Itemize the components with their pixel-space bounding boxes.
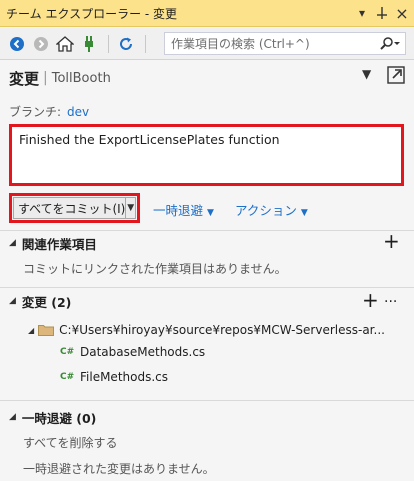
stage-all-button[interactable]: +: [362, 290, 379, 310]
commit-all-split-button: すべてをコミット(I) ▼: [9, 193, 140, 223]
commit-message-input[interactable]: Finished the ExportLicensePlates functio…: [12, 127, 401, 183]
window-dropdown-button[interactable]: ▾: [352, 3, 372, 23]
stash-menu[interactable]: 一時退避 ▼: [153, 200, 214, 219]
folder-path: C:¥Users¥hiroyay¥source¥repos¥MCW-Server…: [59, 323, 385, 337]
branch-link[interactable]: dev: [67, 105, 89, 119]
stashes-header[interactable]: ◢ 一時退避 (0): [9, 407, 96, 427]
search-box: [164, 32, 406, 55]
section-divider: [0, 230, 414, 231]
collapse-triangle-icon: ◢: [9, 296, 16, 306]
collapse-triangle-icon: ◢: [9, 238, 16, 248]
commit-message-box: Finished the ExportLicensePlates functio…: [9, 124, 404, 186]
toolbar: [0, 28, 414, 60]
section-title: 変更 (2): [21, 294, 72, 310]
search-input[interactable]: [165, 33, 375, 54]
pin-icon: [377, 7, 387, 19]
page-dropdown-button[interactable]: ▼: [362, 67, 371, 81]
page-header: 変更 | TollBooth ▼: [0, 61, 414, 95]
page-title: 変更: [9, 69, 40, 88]
file-name: FileMethods.cs: [80, 370, 169, 384]
chevron-down-icon: ▼: [127, 203, 135, 213]
close-button[interactable]: ×: [392, 3, 412, 23]
file-item[interactable]: C# FileMethods.cs: [60, 370, 168, 384]
title-bar: チーム エクスプローラー - 変更 ▾ ×: [0, 0, 414, 27]
pin-button[interactable]: [372, 3, 392, 23]
plug-icon: [85, 35, 93, 52]
back-arrow-icon: [10, 36, 24, 51]
delete-all-stashes-link[interactable]: すべてを削除する: [23, 434, 117, 451]
home-icon: [56, 35, 74, 52]
actions-menu[interactable]: アクション ▼: [235, 200, 308, 219]
toolbar-separator: [108, 34, 109, 53]
undock-button[interactable]: [386, 65, 406, 85]
repository-name: TollBooth: [51, 70, 111, 86]
section-title: 関連作業項目: [21, 236, 97, 252]
search-button[interactable]: [375, 36, 405, 51]
commit-options-dropdown[interactable]: ▼: [125, 198, 135, 218]
chevron-down-icon: ▼: [300, 208, 308, 218]
branch-label: ブランチ:: [9, 105, 62, 119]
refresh-icon: [120, 37, 132, 50]
more-options-button[interactable]: ···: [384, 295, 397, 309]
refresh-button[interactable]: [115, 33, 137, 55]
forward-button[interactable]: [30, 33, 52, 55]
changes-folder-item[interactable]: ◢ C:¥Users¥hiroyay¥source¥repos¥MCW-Serv…: [28, 323, 385, 337]
actions-label: アクション: [235, 203, 297, 218]
collapse-triangle-icon: ◢: [9, 412, 16, 422]
search-icon: [380, 36, 400, 50]
branch-row: ブランチ: dev: [9, 103, 89, 120]
add-work-item-button[interactable]: +: [383, 231, 400, 251]
section-divider: [0, 400, 414, 401]
stash-label: 一時退避: [153, 203, 204, 218]
section-divider: [0, 287, 414, 288]
title-separator: |: [43, 70, 48, 86]
related-work-items-header[interactable]: ◢ 関連作業項目: [9, 233, 97, 253]
home-button[interactable]: [54, 33, 76, 55]
commit-action-row: すべてをコミット(I) ▼ 一時退避 ▼ アクション ▼: [9, 193, 409, 223]
changes-header[interactable]: ◢ 変更 (2): [9, 291, 71, 311]
window-title: チーム エクスプローラー - 変更: [6, 6, 178, 21]
file-name: DatabaseMethods.cs: [80, 345, 206, 359]
forward-arrow-icon: [34, 36, 48, 51]
connect-button[interactable]: [78, 33, 100, 55]
commit-all-button[interactable]: すべてをコミット(I): [14, 198, 125, 218]
csharp-file-icon: C#: [60, 372, 75, 382]
open-external-icon: [387, 66, 405, 84]
chevron-down-icon: ▼: [207, 208, 214, 218]
section-title: 一時退避 (0): [21, 410, 97, 426]
collapse-triangle-icon: ◢: [28, 325, 35, 335]
related-work-items-empty-text: コミットにリンクされた作業項目はありません。: [23, 262, 287, 276]
folder-icon: [38, 325, 55, 336]
stashes-empty-text: 一時退避された変更はありません。: [23, 462, 215, 476]
csharp-file-icon: C#: [60, 347, 75, 357]
file-item[interactable]: C# DatabaseMethods.cs: [60, 345, 205, 359]
back-button[interactable]: [6, 33, 28, 55]
toolbar-separator: [145, 34, 146, 53]
